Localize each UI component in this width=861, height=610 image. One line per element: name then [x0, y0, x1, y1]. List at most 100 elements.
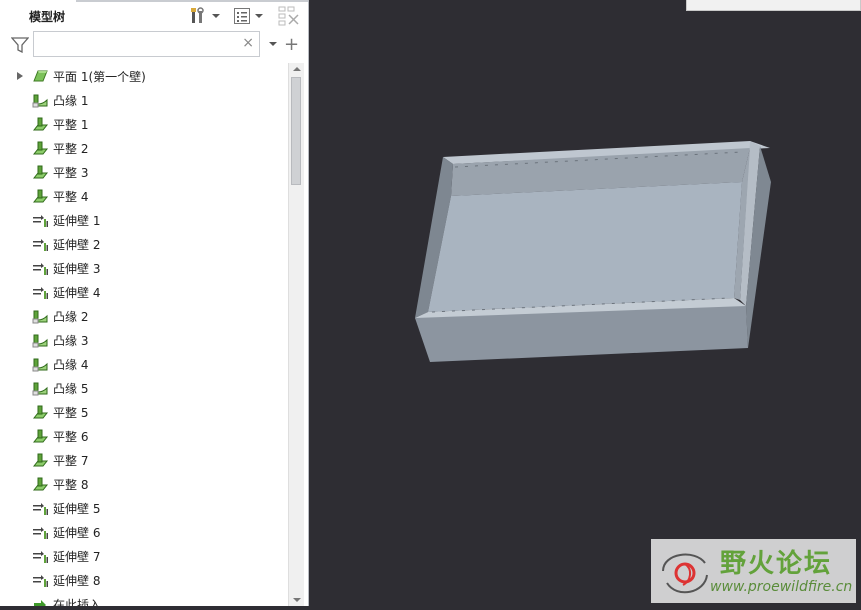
flange-icon: [32, 382, 48, 396]
tree-item[interactable]: 延伸壁 7: [10, 544, 286, 568]
tree-item-label: 平整 8: [53, 478, 89, 492]
tree-item-label: 延伸壁 5: [53, 502, 101, 516]
tree-item-label: 凸缘 3: [53, 334, 89, 348]
tree-item-label: 凸缘 2: [53, 310, 89, 324]
chevron-down-icon[interactable]: [269, 42, 277, 46]
tree-item-label: 平整 7: [53, 454, 89, 468]
tree-item[interactable]: 平面 1(第一个壁): [10, 64, 286, 88]
scroll-thumb[interactable]: [291, 77, 301, 185]
tree-item[interactable]: 平整 6: [10, 424, 286, 448]
tree-show-button[interactable]: [233, 6, 263, 26]
search-input[interactable]: [38, 33, 242, 57]
scroll-up-icon[interactable]: [293, 67, 301, 71]
tree-item[interactable]: 延伸壁 2: [10, 232, 286, 256]
insert-here-icon: [34, 600, 46, 606]
filter-row: × +: [0, 30, 309, 60]
model-tree: 平面 1(第一个壁) 凸缘 1 平整 1 平整 2 平整 3 平整 4 延伸壁 1 延伸壁 2…: [10, 64, 286, 606]
flat-wall-icon: [32, 189, 49, 203]
expand-arrow-icon[interactable]: [17, 72, 23, 80]
tree-item-label: 延伸壁 1: [53, 214, 101, 228]
extend-wall-icon: [33, 503, 48, 515]
tree-item-label: 延伸壁 8: [53, 574, 101, 588]
tree-item[interactable]: 平整 4: [10, 184, 286, 208]
filter-icon[interactable]: [11, 37, 29, 53]
tree-item[interactable]: 延伸壁 3: [10, 256, 286, 280]
scroll-down-icon[interactable]: [293, 598, 301, 602]
tree-item-label: 凸缘 5: [53, 382, 89, 396]
extend-wall-icon: [33, 239, 48, 251]
flange-icon: [32, 334, 48, 348]
tree-item[interactable]: 平整 1: [10, 112, 286, 136]
flange-icon: [32, 310, 48, 324]
tree-item-label: 延伸壁 2: [53, 238, 101, 252]
tools-icon: [191, 7, 204, 23]
tree-item-label: 在此插入: [53, 598, 102, 606]
tree-columns-icon: [278, 6, 299, 26]
list-icon: [234, 8, 250, 24]
flat-wall-icon: [32, 429, 49, 443]
tree-item[interactable]: 延伸壁 8: [10, 568, 286, 592]
tree-item[interactable]: 凸缘 4: [10, 352, 286, 376]
tree-item[interactable]: 凸缘 3: [10, 328, 286, 352]
tree-item-label: 平整 1: [53, 118, 89, 132]
extend-wall-icon: [33, 215, 48, 227]
tree-item-label: 平整 5: [53, 406, 89, 420]
tree-item[interactable]: 平整 5: [10, 400, 286, 424]
tree-columns-button[interactable]: [278, 6, 300, 26]
flat-wall-icon: [32, 117, 49, 131]
chevron-down-icon: [255, 14, 263, 18]
tree-item-label: 延伸壁 3: [53, 262, 101, 276]
tree-item[interactable]: 延伸壁 1: [10, 208, 286, 232]
tree-item-label: 平面 1(第一个壁): [53, 70, 146, 84]
tree-item[interactable]: 凸缘 1: [10, 88, 286, 112]
tree-item-label: 延伸壁 4: [53, 286, 101, 300]
forum-watermark: 野火论坛 www.proewildfire.cn: [651, 539, 856, 603]
model-tree-panel: 模型树 × + 平面 1(第一个壁) 凸缘 1 平整 1 平整 2 平整 3 平…: [0, 0, 309, 606]
tree-item-label: 凸缘 4: [53, 358, 89, 372]
planar-wall-icon: [33, 70, 48, 82]
clear-icon[interactable]: ×: [242, 35, 254, 51]
tree-item[interactable]: 凸缘 5: [10, 376, 286, 400]
flat-wall-icon: [32, 165, 49, 179]
tree-item[interactable]: 平整 3: [10, 160, 286, 184]
watermark-url: www.proewildfire.cn: [710, 579, 853, 595]
tree-item[interactable]: 在此插入: [10, 592, 286, 606]
tree-settings-button[interactable]: [190, 6, 220, 26]
extend-wall-icon: [33, 263, 48, 275]
tree-item-label: 平整 3: [53, 166, 89, 180]
graphics-viewport[interactable]: [310, 0, 861, 606]
flat-wall-icon: [32, 477, 49, 491]
tree-item[interactable]: 凸缘 2: [10, 304, 286, 328]
extend-wall-icon: [33, 287, 48, 299]
tree-item-label: 平整 4: [53, 190, 89, 204]
extend-wall-icon: [33, 551, 48, 563]
flat-wall-icon: [32, 141, 49, 155]
add-icon[interactable]: +: [284, 34, 299, 55]
view-toolbar[interactable]: [686, 0, 861, 11]
tree-item[interactable]: 平整 2: [10, 136, 286, 160]
tree-item-label: 凸缘 1: [53, 94, 89, 108]
tree-item[interactable]: 平整 8: [10, 472, 286, 496]
model-tree-header: 模型树: [0, 0, 309, 30]
sheetmetal-box-model[interactable]: [310, 0, 861, 606]
tree-item-label: 平整 2: [53, 142, 89, 156]
tree-item[interactable]: 延伸壁 4: [10, 280, 286, 304]
tree-scrollbar[interactable]: [288, 63, 304, 606]
fire-logo-icon: [662, 553, 708, 594]
extend-wall-icon: [33, 575, 48, 587]
watermark-title: 野火论坛: [720, 549, 833, 579]
flange-icon: [32, 358, 48, 372]
flat-wall-icon: [32, 405, 49, 419]
search-box: ×: [33, 31, 260, 57]
tree-item[interactable]: 延伸壁 5: [10, 496, 286, 520]
tree-item-label: 延伸壁 6: [53, 526, 101, 540]
chevron-down-icon: [212, 14, 220, 18]
model-tree-title: 模型树: [29, 10, 66, 24]
tree-item[interactable]: 平整 7: [10, 448, 286, 472]
tree-item[interactable]: 延伸壁 6: [10, 520, 286, 544]
flat-wall-icon: [32, 453, 49, 467]
flange-icon: [32, 94, 48, 108]
tree-item-label: 延伸壁 7: [53, 550, 101, 564]
extend-wall-icon: [33, 527, 48, 539]
tree-item-label: 平整 6: [53, 430, 89, 444]
